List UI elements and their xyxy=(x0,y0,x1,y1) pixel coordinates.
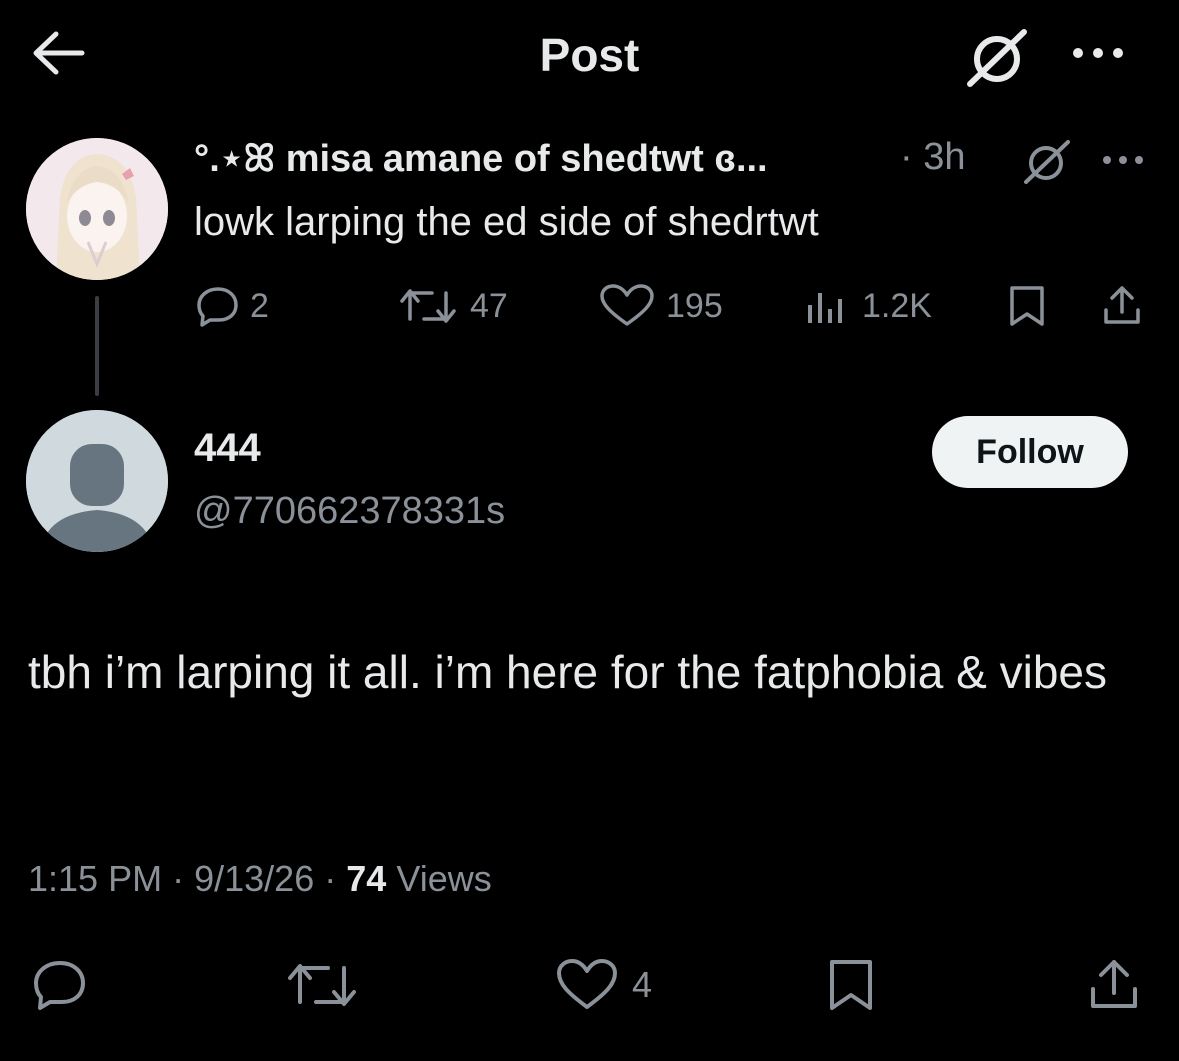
bookmark-button[interactable] xyxy=(1008,282,1056,330)
grok-button[interactable] xyxy=(962,26,1032,88)
heart-icon xyxy=(600,284,654,326)
views-count: 74 xyxy=(346,858,387,899)
default-avatar-icon xyxy=(26,410,168,552)
grok-icon xyxy=(967,29,1027,87)
author-display-name[interactable]: °.⋆ꕤ misa amane of shedtwt ɞ... xyxy=(194,136,768,181)
anime-avatar-icon xyxy=(26,138,168,280)
post-metadata: 1:15 PM · 9/13/26 · 74 Views xyxy=(28,858,492,900)
views-label: Views xyxy=(396,858,492,899)
more-options-button[interactable] xyxy=(1068,38,1128,68)
repost-count: 47 xyxy=(470,286,508,325)
views-count: 1.2K xyxy=(862,286,932,325)
views-button[interactable]: 1.2K xyxy=(804,282,932,330)
like-button[interactable]: 195 xyxy=(598,282,723,330)
author-handle[interactable]: @770662378331s xyxy=(194,490,505,533)
post-text: lowk larping the ed side of shedrtwt xyxy=(194,200,819,244)
grok-icon xyxy=(1024,140,1070,184)
share-icon xyxy=(1091,960,1137,1008)
like-count: 4 xyxy=(632,964,653,1005)
separator: · xyxy=(172,858,185,899)
author-display-name[interactable]: 444 xyxy=(194,426,261,471)
reply-icon xyxy=(197,287,238,327)
repost-icon xyxy=(288,964,356,1006)
more-dots-icon xyxy=(1103,156,1143,164)
repost-button[interactable]: 47 xyxy=(396,282,508,330)
avatar[interactable] xyxy=(26,410,168,552)
post-time[interactable]: 1:15 PM xyxy=(28,858,162,899)
more-dots-icon xyxy=(1073,48,1123,58)
reply-count: 2 xyxy=(250,286,269,325)
views-chart-icon xyxy=(808,293,842,323)
follow-button[interactable]: Follow xyxy=(932,416,1128,488)
share-button[interactable] xyxy=(1086,950,1142,1020)
share-icon xyxy=(1104,286,1140,324)
more-options-button[interactable] xyxy=(1098,148,1148,172)
grok-button[interactable] xyxy=(1018,136,1074,186)
like-button[interactable]: 4 xyxy=(554,950,652,1020)
bookmark-icon xyxy=(1010,286,1044,326)
reply-icon xyxy=(34,961,85,1010)
repost-icon xyxy=(400,289,456,323)
reply-button[interactable] xyxy=(32,950,88,1020)
thread-connector xyxy=(95,296,99,396)
reply-button[interactable]: 2 xyxy=(196,282,269,330)
post-text: tbh i’m larping it all. i’m here for the… xyxy=(28,646,1107,698)
heart-icon xyxy=(557,959,617,1009)
post-date[interactable]: 9/13/26 xyxy=(194,858,314,899)
separator: · xyxy=(324,858,337,899)
like-count: 195 xyxy=(666,286,723,325)
repost-button[interactable] xyxy=(284,950,360,1020)
bookmark-icon xyxy=(830,960,872,1010)
post-timestamp[interactable]: · 3h xyxy=(900,136,965,179)
avatar[interactable] xyxy=(26,138,168,280)
share-button[interactable] xyxy=(1100,282,1154,330)
bookmark-button[interactable] xyxy=(826,950,876,1020)
